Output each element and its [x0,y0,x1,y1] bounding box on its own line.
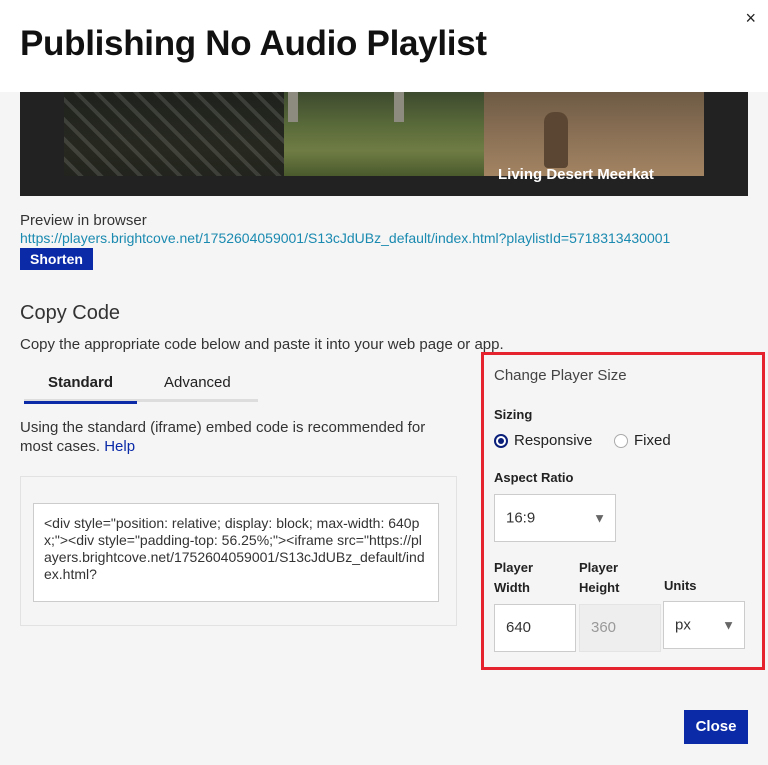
units-label: Units [664,578,697,593]
tab-standard[interactable]: Standard [24,374,137,404]
video-thumbnail [484,92,704,176]
sizing-label: Sizing [494,407,533,422]
meerkat-image [544,112,568,168]
fixed-option[interactable]: Fixed [614,432,671,449]
units-select[interactable]: px ▼ [663,601,745,649]
video-thumbnail [64,92,484,176]
player-width-input[interactable]: 640 [494,604,576,652]
dropdown-arrow-icon: ▼ [593,510,606,526]
tab-advanced[interactable]: Advanced [164,374,231,391]
player-width-label-line2: Width [494,580,530,595]
video-caption: Living Desert Meerkat [498,166,654,183]
preview-label: Preview in browser [20,212,147,229]
dropdown-arrow-icon: ▼ [722,617,735,633]
copy-code-heading: Copy Code [20,302,121,324]
units-value: px [675,616,691,634]
tree-trunk [288,92,298,122]
copy-code-description: Copy the appropriate code below and past… [20,336,504,353]
player-preview[interactable]: Living Desert Meerkat [20,92,748,196]
close-button[interactable]: Close [684,710,748,744]
change-player-size-panel: Change Player Size Sizing Responsive Fix… [481,352,765,670]
embed-tabs: Standard Advanced [24,372,258,404]
modal-header: Publishing No Audio Playlist × [0,0,768,92]
responsive-label: Responsive [514,432,593,449]
responsive-radio[interactable] [494,433,508,448]
responsive-option[interactable]: Responsive [494,432,592,449]
aspect-ratio-label: Aspect Ratio [494,470,574,485]
preview-url-link[interactable]: https://players.brightcove.net/175260405… [20,230,670,246]
shorten-button[interactable]: Shorten [20,248,93,270]
giraffe-image [64,92,284,176]
fixed-radio[interactable] [614,433,628,448]
player-height-label-line2: Height [579,580,620,595]
standard-note: Using the standard (iframe) embed code i… [20,418,460,456]
player-width-label-line1: Player [494,560,534,575]
player-height-input: 360 [579,604,661,652]
player-height-label-line1: Player [579,560,619,575]
code-panel: <div style="position: relative; display:… [20,476,457,626]
page-title: Publishing No Audio Playlist [20,24,487,63]
size-panel-title: Change Player Size [494,367,627,384]
standard-note-text: Using the standard (iframe) embed code i… [20,419,426,455]
fixed-label: Fixed [634,432,671,449]
embed-code-textarea[interactable]: <div style="position: relative; display:… [33,503,439,602]
aspect-ratio-select[interactable]: 16:9 ▼ [494,494,616,542]
aspect-ratio-value: 16:9 [506,509,536,527]
close-icon[interactable]: × [745,8,756,29]
help-link[interactable]: Help [104,438,135,455]
tree-trunk [394,92,404,122]
